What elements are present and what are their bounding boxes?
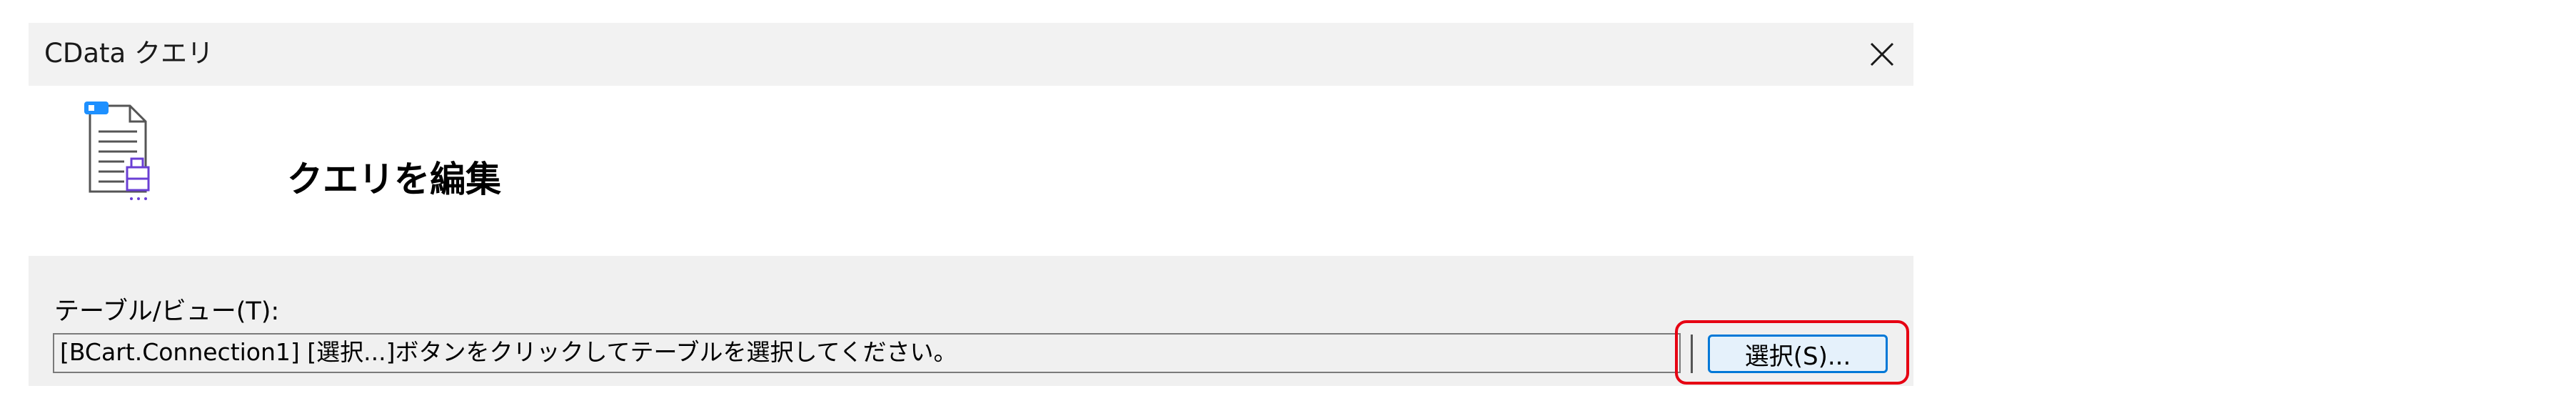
table-view-label: テーブル/ビュー(T): bbox=[54, 297, 280, 326]
table-view-field[interactable]: [BCart.Connection1] [選択...]ボタンをクリックしてテーブ… bbox=[53, 333, 1681, 373]
dialog-header: クエリを編集 bbox=[29, 86, 1913, 256]
query-dialog: CData クエリ クエリを編集 テーブル/ビュー(T): [BCart.Con… bbox=[29, 23, 1913, 386]
query-document-icon bbox=[84, 102, 150, 200]
select-button-highlight: 選択(S)... bbox=[1675, 320, 1909, 385]
page-title: クエリを編集 bbox=[287, 159, 501, 200]
form-panel: テーブル/ビュー(T): [BCart.Connection1] [選択...]… bbox=[29, 256, 1913, 386]
separator bbox=[1691, 335, 1693, 373]
title-bar: CData クエリ bbox=[29, 23, 1913, 86]
select-button[interactable]: 選択(S)... bbox=[1708, 335, 1888, 373]
window-title: CData クエリ bbox=[44, 38, 213, 69]
close-button[interactable] bbox=[1851, 23, 1913, 86]
close-icon bbox=[1870, 42, 1894, 66]
